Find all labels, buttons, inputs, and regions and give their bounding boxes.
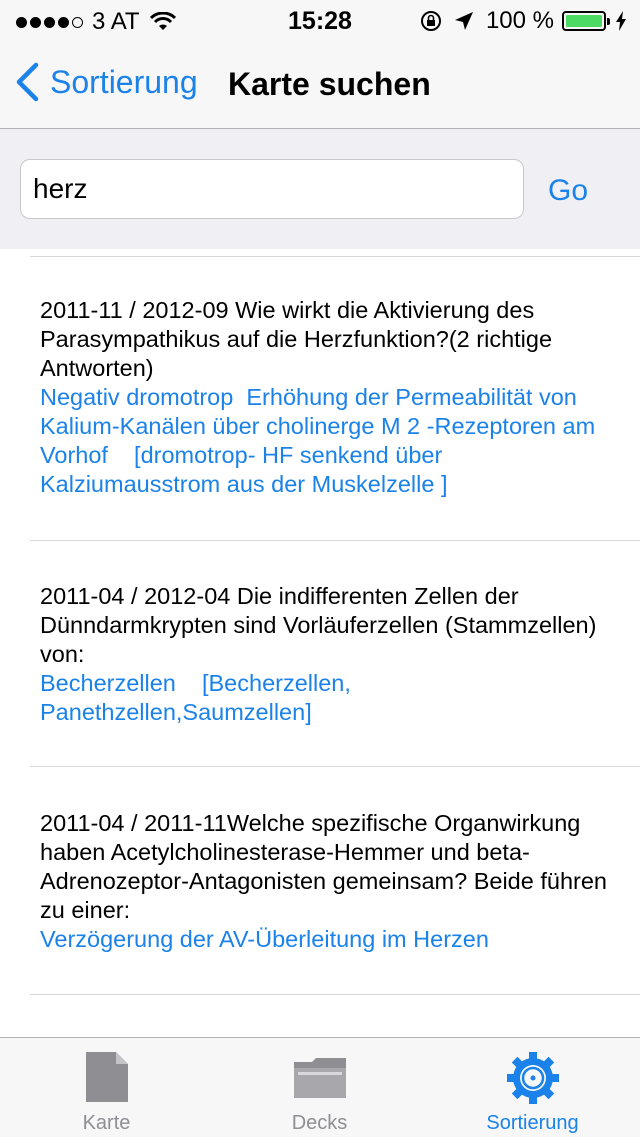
result-question: 2011-04 / 2011-11Welche spezifische Orga… (40, 810, 607, 923)
gear-icon (506, 1052, 559, 1104)
result-card-2[interactable]: 2011-04 / 2012-04 Die indifferenten Zell… (40, 582, 610, 727)
card-icon (85, 1052, 128, 1102)
tab-bar: Karte Decks Sortierung (0, 1037, 640, 1137)
tab-sortierung[interactable]: Sortierung (426, 1038, 639, 1137)
battery-icon (562, 11, 610, 31)
folder-icon (293, 1058, 346, 1098)
chevron-left-icon (16, 62, 39, 102)
battery-percent: 100 % (485, 7, 554, 34)
status-bar: 3 AT 15:28 100 % (0, 0, 640, 40)
back-button-label: Sortierung (50, 63, 198, 100)
tab-label: Karte (82, 1112, 131, 1134)
result-answer: Verzögerung der AV-Überleitung im Herzen (40, 926, 489, 952)
separator (30, 256, 640, 257)
separator (30, 540, 640, 541)
result-card-3[interactable]: 2011-04 / 2011-11Welche spezifische Orga… (40, 809, 610, 954)
location-icon (454, 12, 473, 30)
result-answer: Negativ dromotrop Erhöhung der Permeabil… (40, 384, 602, 497)
charging-bolt-icon (616, 11, 626, 31)
tab-label: Sortierung (486, 1112, 579, 1134)
results-list[interactable]: 2011-11 / 2012-09 Wie wirkt die Aktivier… (0, 249, 640, 1037)
navigation-bar: Sortierung Karte suchen (0, 40, 640, 129)
status-right: 100 % (420, 7, 626, 35)
tab-karte[interactable]: Karte (0, 1038, 213, 1137)
result-question: 2011-11 / 2012-09 Wie wirkt die Aktivier… (40, 297, 553, 381)
separator (30, 994, 640, 995)
tab-decks[interactable]: Decks (213, 1038, 426, 1137)
result-question: 2011-04 / 2012-04 Die indifferenten Zell… (40, 583, 597, 667)
tab-label: Decks (291, 1112, 348, 1134)
go-button[interactable]: Go (548, 174, 588, 208)
result-card-1[interactable]: 2011-11 / 2012-09 Wie wirkt die Aktivier… (40, 296, 610, 499)
search-bar: Go (0, 129, 640, 249)
search-input[interactable] (20, 159, 524, 219)
back-button[interactable]: Sortierung (14, 62, 198, 102)
separator (30, 766, 640, 767)
rotation-lock-icon (420, 11, 441, 31)
result-answer: Becherzellen [Becherzellen, Panethzellen… (40, 670, 358, 725)
page-title: Karte suchen (228, 66, 431, 102)
